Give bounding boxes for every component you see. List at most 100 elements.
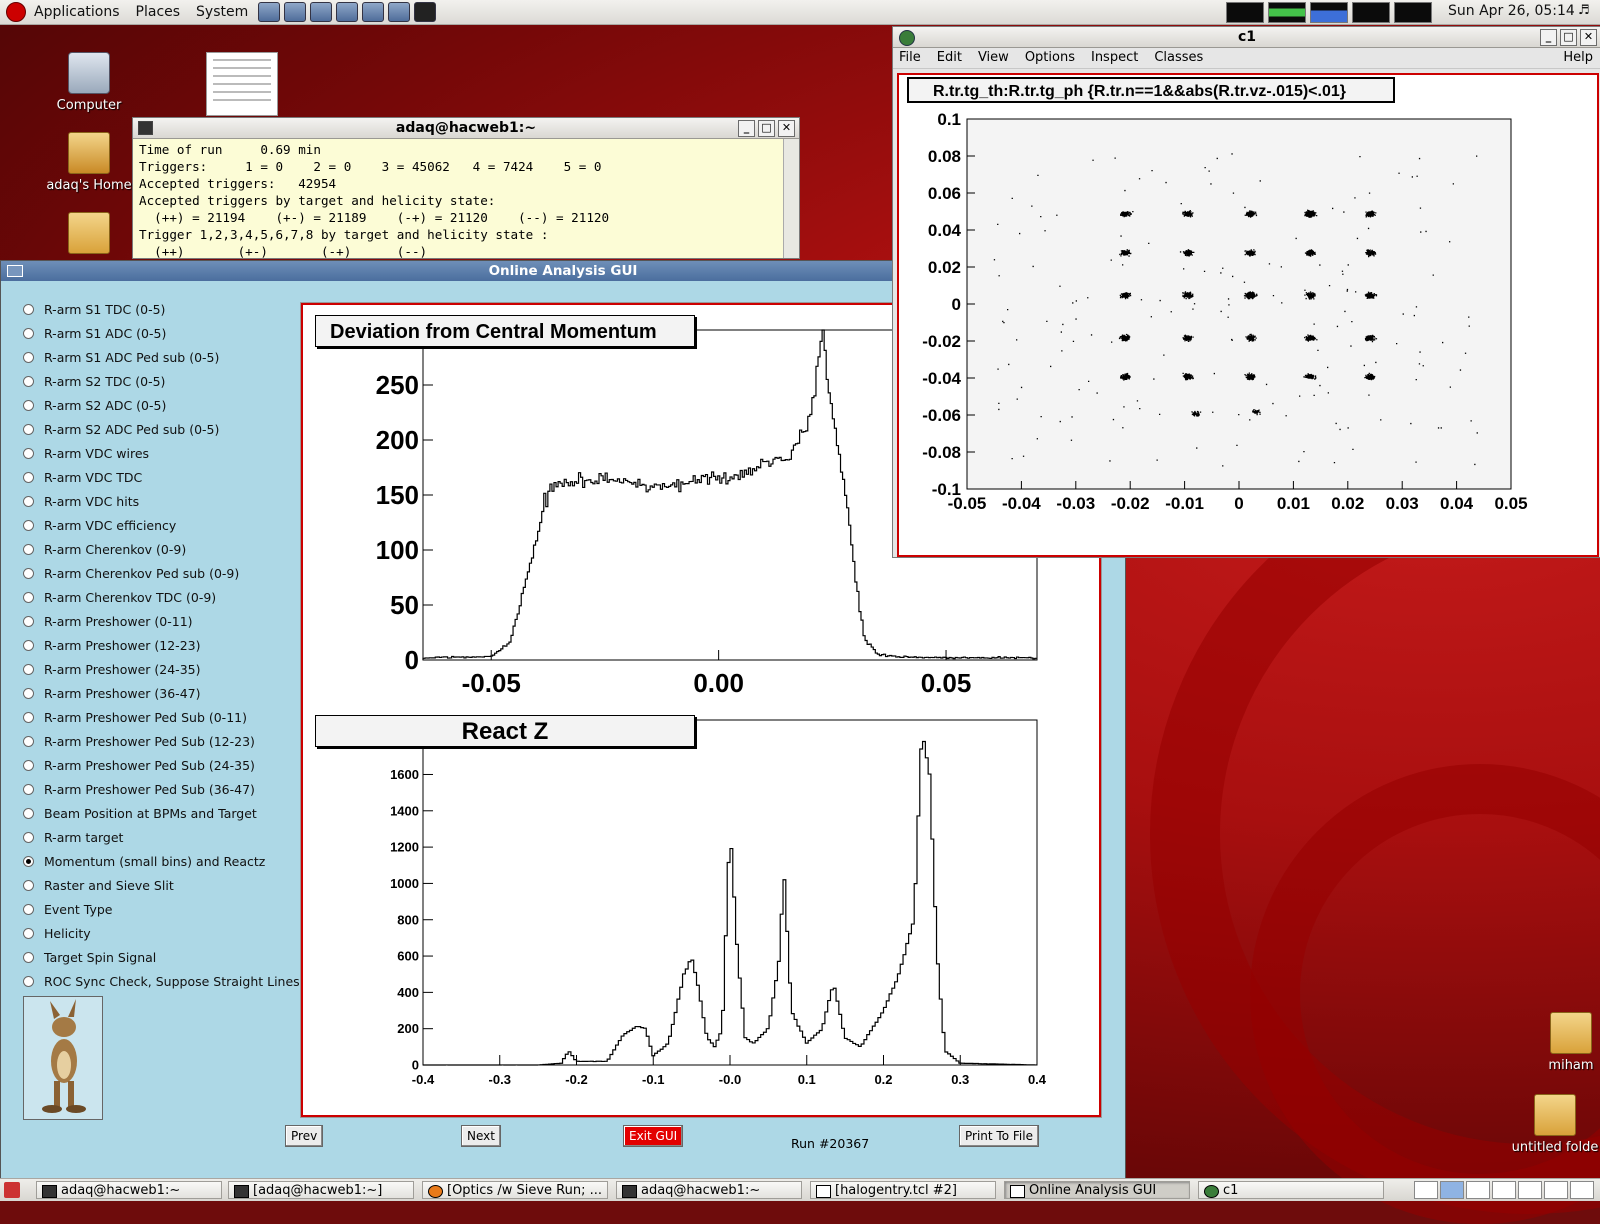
clock[interactable]: Sun Apr 26, 05:14: [1448, 3, 1575, 19]
radio-button[interactable]: [23, 927, 34, 939]
radio-button[interactable]: [23, 495, 34, 507]
plot-option[interactable]: R-arm target: [23, 825, 300, 849]
workspace-5[interactable]: [1518, 1181, 1542, 1199]
radio-button[interactable]: [23, 519, 34, 531]
menu-help[interactable]: Help: [1563, 48, 1593, 68]
radio-button[interactable]: [23, 951, 34, 963]
taskbar-item[interactable]: c1: [1198, 1181, 1384, 1199]
next-button[interactable]: Next: [461, 1125, 501, 1147]
desktop-icon-folder[interactable]: [34, 212, 144, 258]
plot-option[interactable]: R-arm S2 ADC Ped sub (0-5): [23, 417, 300, 441]
show-desktop-icon[interactable]: [4, 1182, 20, 1198]
radio-button[interactable]: [23, 423, 34, 435]
plot-option[interactable]: R-arm Preshower Ped Sub (24-35): [23, 753, 300, 777]
plot-option[interactable]: R-arm Preshower (24-35): [23, 657, 300, 681]
desktop-icon-home[interactable]: adaq's Home: [34, 132, 144, 193]
terminal-launcher-icon[interactable]: [414, 2, 437, 22]
plot-option[interactable]: Momentum (small bins) and Reactz: [23, 849, 300, 873]
taskbar-item[interactable]: [Optics /w Sieve Run; ...: [422, 1181, 608, 1199]
radio-button[interactable]: [23, 543, 34, 555]
plot-option[interactable]: R-arm Preshower (12-23): [23, 633, 300, 657]
taskbar-item[interactable]: adaq@hacweb1:~: [36, 1181, 222, 1199]
plot-option[interactable]: R-arm Preshower (0-11): [23, 609, 300, 633]
menu-options[interactable]: Options: [1025, 48, 1075, 68]
presentation-launcher-icon[interactable]: [336, 2, 359, 22]
workspace-1[interactable]: [1414, 1181, 1438, 1199]
plot-option[interactable]: R-arm VDC wires: [23, 441, 300, 465]
browser-launcher-icon[interactable]: [362, 2, 385, 22]
close-button[interactable]: ✕: [1580, 29, 1597, 46]
radio-button[interactable]: [23, 303, 34, 315]
workspace-4[interactable]: [1492, 1181, 1516, 1199]
radio-button[interactable]: [23, 615, 34, 627]
exit-gui-button[interactable]: Exit GUI: [623, 1125, 684, 1147]
desktop-icon-computer[interactable]: Computer: [34, 52, 144, 113]
minimize-button[interactable]: _: [738, 120, 755, 137]
redhat-icon[interactable]: [6, 2, 26, 22]
maximize-button[interactable]: □: [758, 120, 775, 137]
plot-option[interactable]: R-arm S1 TDC (0-5): [23, 297, 300, 321]
close-button[interactable]: ✕: [778, 120, 795, 137]
plot-option[interactable]: R-arm S2 ADC (0-5): [23, 393, 300, 417]
radio-button[interactable]: [23, 855, 34, 867]
system-menu[interactable]: System: [196, 4, 248, 20]
c1-window[interactable]: c1 _ □ ✕ File Edit View Options Inspect …: [892, 26, 1600, 558]
radio-button[interactable]: [23, 783, 34, 795]
c1-titlebar[interactable]: c1 _ □ ✕: [893, 27, 1600, 48]
plot-option[interactable]: Helicity: [23, 921, 300, 945]
taskbar-item[interactable]: Online Analysis GUI: [1004, 1181, 1190, 1199]
c1-canvas[interactable]: -0.1 -0.08 -0.06 -0.04 -0.02 0 0.02 0.04 0.06 0.0…: [897, 73, 1599, 557]
plot-option[interactable]: R-arm Preshower Ped Sub (12-23): [23, 729, 300, 753]
workspace-2[interactable]: [1440, 1181, 1464, 1199]
radio-button[interactable]: [23, 879, 34, 891]
applications-menu[interactable]: Applications: [34, 4, 120, 20]
menu-classes[interactable]: Classes: [1154, 48, 1203, 68]
desktop-icon-miham[interactable]: miham: [1516, 1012, 1600, 1073]
notes-launcher-icon[interactable]: [388, 2, 411, 22]
plot-option[interactable]: R-arm Preshower Ped Sub (36-47): [23, 777, 300, 801]
radio-button[interactable]: [23, 759, 34, 771]
workspace-6[interactable]: [1544, 1181, 1568, 1199]
maximize-button[interactable]: □: [1560, 29, 1577, 46]
radio-button[interactable]: [23, 351, 34, 363]
radio-button[interactable]: [23, 591, 34, 603]
radio-button[interactable]: [23, 975, 34, 987]
terminal-scrollbar[interactable]: [783, 139, 799, 258]
terminal-output[interactable]: Time of run 0.69 min Triggers: 1 = 0 2 =…: [133, 139, 799, 262]
plot-option[interactable]: R-arm VDC efficiency: [23, 513, 300, 537]
volume-icon[interactable]: ♬: [1578, 3, 1590, 18]
minimize-button[interactable]: _: [1540, 29, 1557, 46]
radio-button[interactable]: [23, 711, 34, 723]
plot-option[interactable]: R-arm S1 ADC (0-5): [23, 321, 300, 345]
plot-option[interactable]: Beam Position at BPMs and Target: [23, 801, 300, 825]
radio-button[interactable]: [23, 567, 34, 579]
radio-button[interactable]: [23, 831, 34, 843]
plot-option[interactable]: R-arm S1 ADC Ped sub (0-5): [23, 345, 300, 369]
radio-button[interactable]: [23, 399, 34, 411]
plot-option[interactable]: R-arm S2 TDC (0-5): [23, 369, 300, 393]
terminal-window[interactable]: adaq@hacweb1:~ _ □ ✕ Time of run 0.69 mi…: [132, 117, 800, 259]
menu-inspect[interactable]: Inspect: [1091, 48, 1138, 68]
plot-option[interactable]: Target Spin Signal: [23, 945, 300, 969]
taskbar-item[interactable]: [halogentry.tcl #2]: [810, 1181, 996, 1199]
radio-button[interactable]: [23, 447, 34, 459]
desktop-icon-untitled-folder[interactable]: untitled folde: [1500, 1094, 1600, 1155]
plot-option[interactable]: R-arm Preshower (36-47): [23, 681, 300, 705]
menu-file[interactable]: File: [899, 48, 921, 68]
plot-option[interactable]: Event Type: [23, 897, 300, 921]
taskbar-item[interactable]: adaq@hacweb1:~: [616, 1181, 802, 1199]
workspace-7[interactable]: [1570, 1181, 1594, 1199]
plot-option[interactable]: R-arm Preshower Ped Sub (0-11): [23, 705, 300, 729]
places-menu[interactable]: Places: [136, 4, 181, 20]
print-to-file-button[interactable]: Print To File: [959, 1125, 1039, 1147]
plot-option[interactable]: R-arm Cherenkov Ped sub (0-9): [23, 561, 300, 585]
plot-option[interactable]: R-arm Cherenkov TDC (0-9): [23, 585, 300, 609]
editor-launcher-icon[interactable]: [310, 2, 333, 22]
radio-button[interactable]: [23, 735, 34, 747]
radio-button[interactable]: [23, 327, 34, 339]
radio-button[interactable]: [23, 375, 34, 387]
plot-option[interactable]: R-arm VDC TDC: [23, 465, 300, 489]
network-launcher-icon[interactable]: [258, 2, 281, 22]
plot-option[interactable]: R-arm VDC hits: [23, 489, 300, 513]
workspace-switcher[interactable]: [1414, 1181, 1594, 1199]
